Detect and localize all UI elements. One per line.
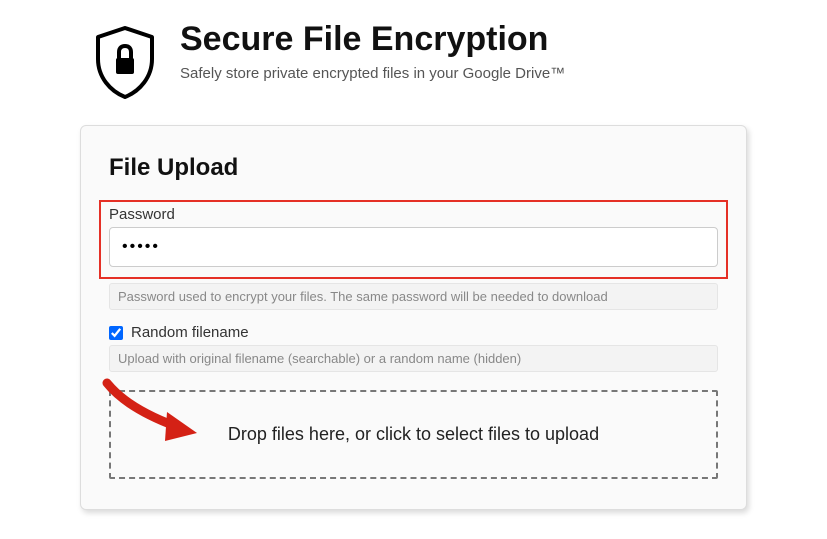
shield-lock-icon (90, 25, 160, 100)
random-filename-row: Random filename (109, 324, 718, 341)
card-title: File Upload (109, 154, 718, 182)
password-input[interactable] (109, 227, 718, 267)
password-label: Password (109, 206, 718, 223)
password-helper-text: Password used to encrypt your files. The… (109, 283, 718, 310)
random-filename-checkbox[interactable] (109, 326, 123, 340)
random-filename-helper-text: Upload with original filename (searchabl… (109, 345, 718, 372)
app-header: Secure File Encryption Safely store priv… (90, 20, 767, 100)
app-subtitle: Safely store private encrypted files in … (180, 65, 767, 82)
header-text: Secure File Encryption Safely store priv… (180, 20, 767, 82)
dropzone-text: Drop files here, or click to select file… (228, 424, 599, 444)
password-highlight-box: Password (99, 200, 728, 279)
app-title: Secure File Encryption (180, 20, 767, 59)
dropzone-wrapper: Drop files here, or click to select file… (109, 390, 718, 479)
file-upload-card: File Upload Password Password used to en… (80, 125, 747, 510)
file-dropzone[interactable]: Drop files here, or click to select file… (109, 390, 718, 479)
random-filename-label: Random filename (131, 324, 249, 341)
